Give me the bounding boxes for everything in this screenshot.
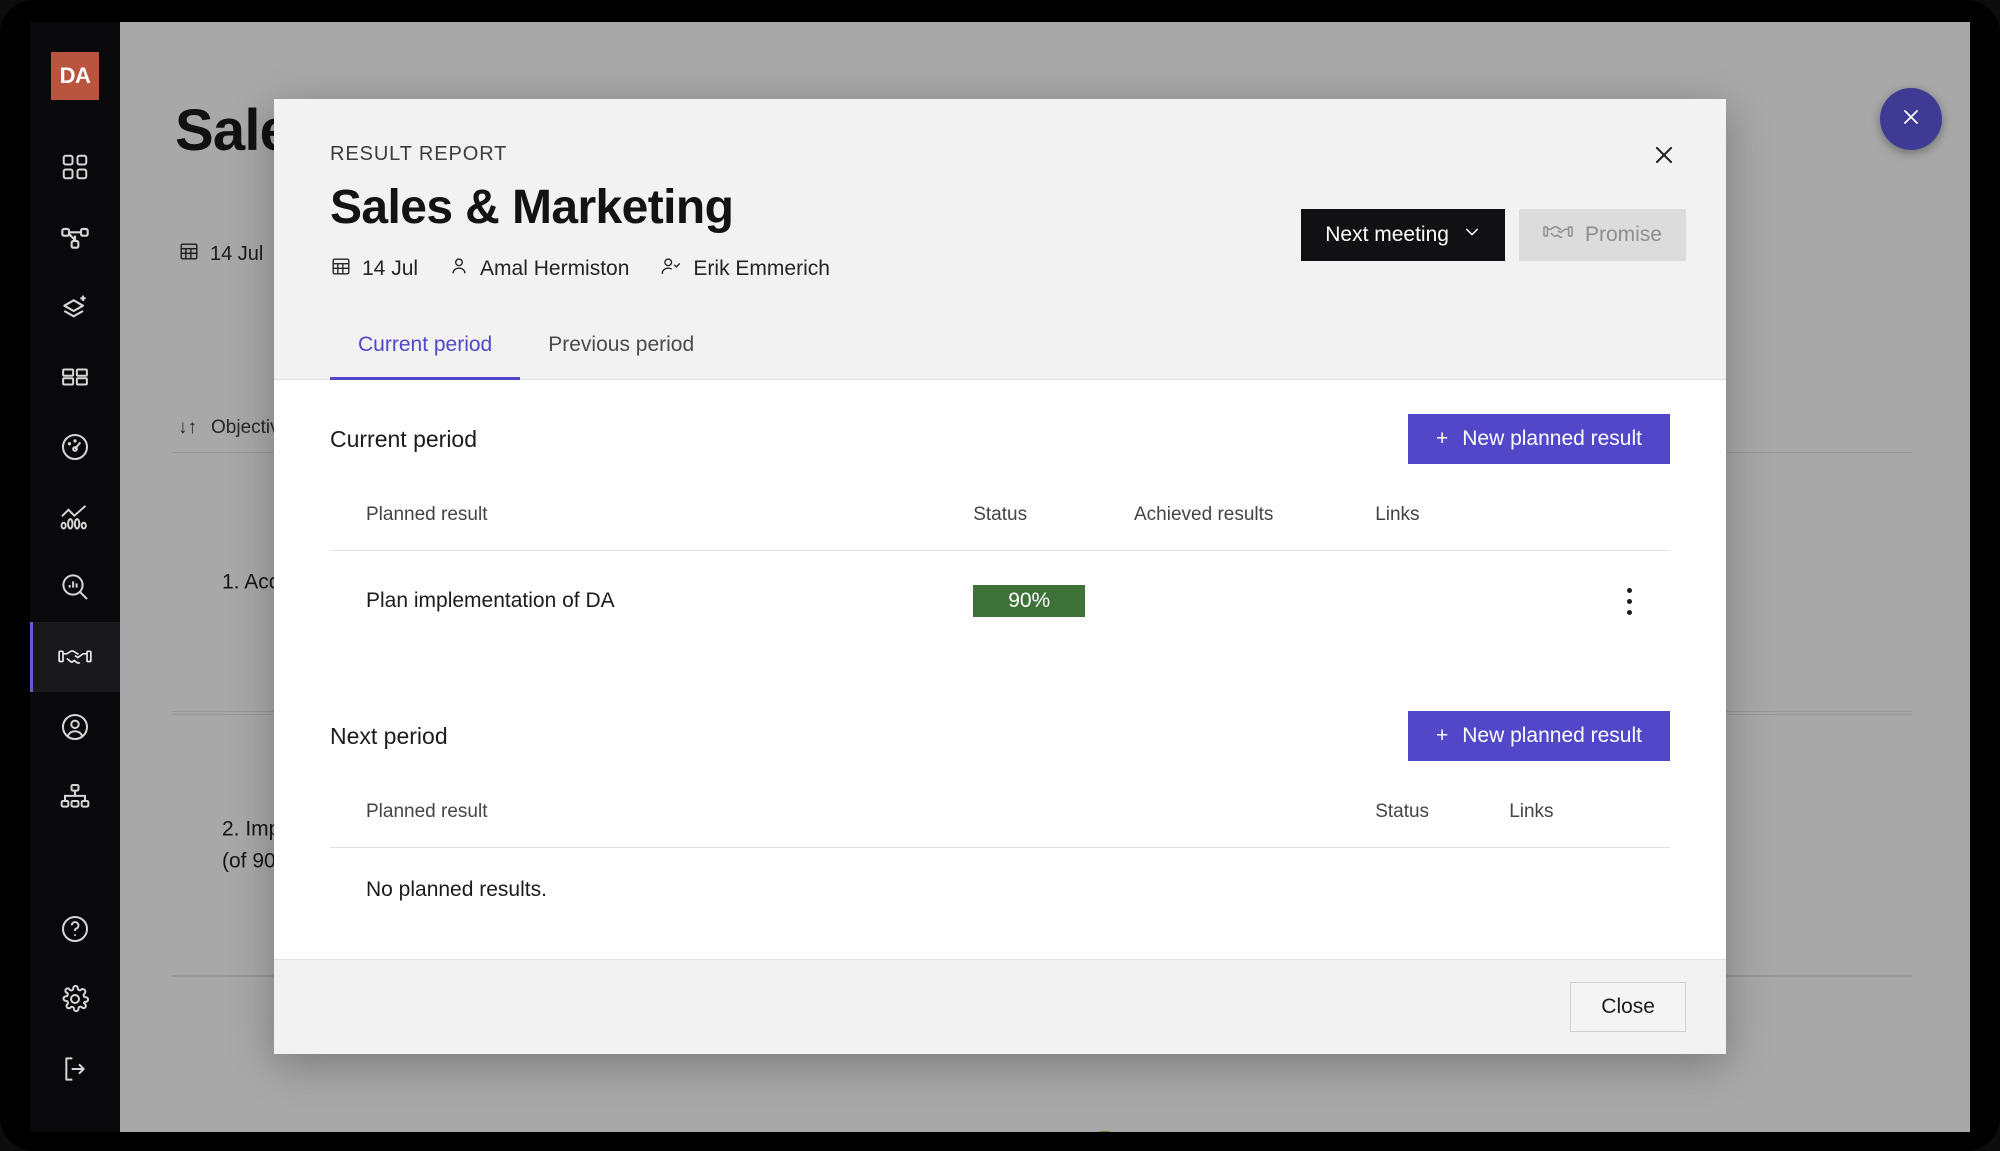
floating-close-button[interactable] [1880,88,1942,150]
current-period-table: Planned result Status Achieved results L… [330,504,1670,651]
sidebar-item-layers[interactable] [30,272,120,342]
table-header-row: Planned result Status Achieved results L… [330,504,1670,551]
table-body: Plan implementation of DA 90% [330,551,1670,652]
app-logo[interactable]: DA [51,52,99,100]
meta-reviewer-label: Erik Emmerich [693,257,830,280]
column-spacer [973,801,1375,848]
screen: DA Sales 14 Jul ↓↑ Objectives 1. 2. (of … [0,0,2000,1151]
handshake-icon [58,644,92,670]
sidebar-item-settings[interactable] [30,964,120,1034]
user-circle-icon [59,711,91,743]
meta-owner: Amal Hermiston [448,255,629,283]
user-icon [448,255,470,283]
column-achieved-results: Achieved results [1134,504,1274,525]
logout-icon [59,1053,91,1085]
column-planned-result: Planned result [366,801,488,822]
sidebar-item-handshake[interactable] [30,622,120,692]
sidebar-item-board[interactable] [30,342,120,412]
sidebar-item-gauge[interactable] [30,412,120,482]
close-icon [1651,142,1677,173]
section-current-period: Current period + New planned result Plan… [330,380,1670,651]
modal-eyebrow: RESULT REPORT [330,143,508,165]
chart-search-icon [59,571,91,603]
sidebar-item-help[interactable] [30,894,120,964]
sidebar-item-trends[interactable] [30,482,120,552]
handshake-icon [1543,221,1573,249]
org-chart-icon [59,782,91,812]
cell-status: 90% [973,551,1134,652]
layers-plus-icon [59,291,91,323]
modal-footer: Close [274,959,1726,1054]
cell-planned-result: Plan implementation of DA [366,589,615,612]
calendar-icon [330,255,352,283]
sidebar-item-logout[interactable] [30,1034,120,1104]
status-badge: 90% [973,585,1086,617]
column-links: Links [1509,801,1554,822]
table-row[interactable]: Plan implementation of DA 90% [330,551,1670,652]
column-status: Status [1375,801,1430,822]
gauge-icon [59,431,91,463]
close-button[interactable]: Close [1570,982,1686,1032]
section-header: Current period + New planned result [330,414,1670,504]
next-period-table: Planned result Status Links [330,801,1670,848]
meta-date: 14 Jul [330,255,418,283]
modal-header-actions: Next meeting Promise [1301,209,1686,261]
chevron-down-icon [1463,223,1481,247]
promise-button[interactable]: Promise [1518,209,1686,261]
modal-close-icon-button[interactable] [1642,135,1686,179]
sidebar-item-analytics[interactable] [30,552,120,622]
chart-trend-icon [58,502,92,532]
section-next-period: Next period + New planned result Planned… [330,651,1670,902]
column-status: Status [973,504,1028,525]
user-check-icon [659,255,683,283]
next-meeting-button[interactable]: Next meeting [1301,209,1505,261]
sidebar-item-profile[interactable] [30,692,120,762]
table-header: Planned result Status Links [330,801,1670,848]
table-header-row: Planned result Status Links [330,801,1670,848]
section-title: Next period [330,722,448,749]
tab-current-period[interactable]: Current period [330,323,521,380]
cell-achieved-results [1134,551,1375,652]
cell-actions [1590,551,1670,652]
section-header: Next period + New planned result [330,711,1670,801]
column-links: Links [1375,504,1420,525]
row-kebab-menu[interactable] [1590,587,1670,615]
meta-date-label: 14 Jul [362,257,419,280]
close-icon [1899,105,1923,134]
promise-label: Promise [1584,223,1662,246]
sidebar-item-org[interactable] [30,762,120,832]
result-report-modal: RESULT REPORT Sales & Marketing 14 Jul A… [274,99,1726,1054]
next-meeting-label: Next meeting [1325,223,1449,246]
new-planned-result-label: New planned result [1462,724,1642,747]
modal-tabs: Current period Previous period [274,323,1726,380]
help-circle-icon [59,913,91,945]
new-planned-result-button-next[interactable]: + New planned result [1407,711,1670,761]
meta-owner-label: Amal Hermiston [480,257,630,280]
column-actions [1590,504,1670,551]
network-icon [59,221,91,253]
column-planned-result: Planned result [366,504,488,525]
grid-icon [60,152,90,182]
sidebar-item-network[interactable] [30,202,120,272]
modal-meta-row: 14 Jul Amal Hermiston Erik Emmerich [330,255,1670,323]
sidebar-item-dashboard[interactable] [30,132,120,202]
gear-icon [59,983,91,1015]
new-planned-result-label: New planned result [1462,427,1642,450]
section-title: Current period [330,425,478,452]
new-planned-result-button-current[interactable]: + New planned result [1407,414,1670,464]
plus-icon: + [1435,427,1449,450]
cell-links [1375,551,1589,652]
modal-header: RESULT REPORT Sales & Marketing 14 Jul A… [274,99,1726,323]
modal-body: Current period + New planned result Plan… [274,380,1726,959]
table-header: Planned result Status Achieved results L… [330,504,1670,551]
tab-previous-period[interactable]: Previous period [520,323,722,380]
empty-state-text: No planned results. [366,878,547,901]
kanban-icon [59,362,91,392]
meta-reviewer: Erik Emmerich [659,255,830,283]
left-sidebar: DA [30,22,120,1132]
plus-icon: + [1435,724,1449,747]
